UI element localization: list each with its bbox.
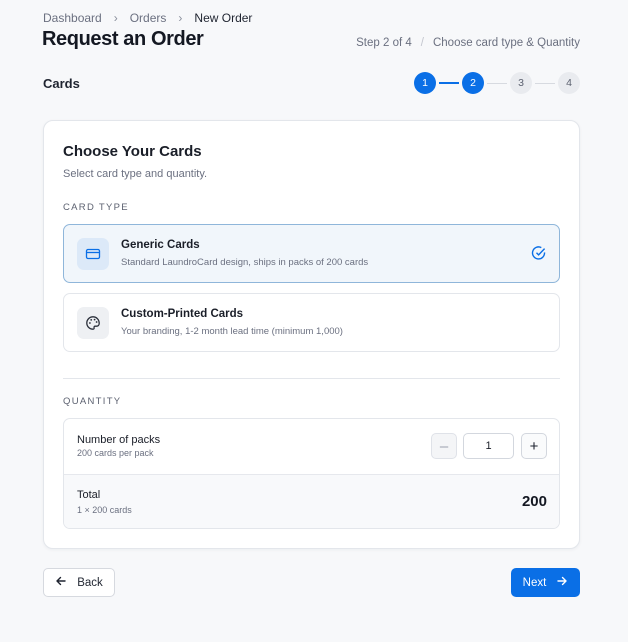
choose-cards-panel: Choose Your Cards Select card type and q… [43, 120, 580, 549]
total-value: 200 [521, 493, 547, 510]
page-title: Request an Order [42, 28, 204, 50]
chevron-right-icon: › [113, 11, 118, 25]
quantity-input[interactable]: 1 [463, 433, 514, 459]
back-button[interactable]: Back [43, 568, 115, 597]
step-count: Step 2 of 4 [356, 37, 412, 49]
chevron-right-icon: › [178, 11, 183, 25]
credit-card-icon [77, 238, 109, 270]
step-connector [439, 82, 459, 84]
progress-stepper: 1 2 3 4 [414, 72, 580, 94]
breadcrumb-orders[interactable]: Orders [130, 11, 167, 25]
step-2[interactable]: 2 [462, 72, 484, 94]
step-connector [487, 82, 507, 84]
option-description: Your branding, 1-2 month lead time (mini… [121, 326, 343, 337]
breadcrumb: Dashboard › Orders › New Order [43, 11, 252, 25]
total-label: Total [77, 489, 101, 501]
panel-subtitle: Select card type and quantity. [63, 168, 208, 180]
breadcrumb-dashboard[interactable]: Dashboard [43, 11, 102, 25]
card-type-label: CARD TYPE [63, 202, 129, 213]
packs-label: Number of packs [77, 434, 161, 446]
quantity-box: Number of packs 200 cards per pack – 1 +… [63, 418, 560, 529]
option-title: Generic Cards [121, 239, 200, 251]
step-4: 4 [558, 72, 580, 94]
arrow-left-icon [55, 575, 67, 590]
option-title: Custom-Printed Cards [121, 308, 244, 320]
back-label: Back [77, 576, 103, 589]
option-description: Standard LaundroCard design, ships in pa… [121, 257, 369, 268]
quantity-label: QUANTITY [63, 396, 122, 407]
decrement-button[interactable]: – [431, 433, 457, 459]
palette-icon [77, 307, 109, 339]
check-circle-icon [531, 245, 547, 266]
breadcrumb-current: New Order [194, 11, 253, 25]
step-1[interactable]: 1 [414, 72, 436, 94]
option-generic-cards[interactable]: Generic Cards Standard LaundroCard desig… [63, 224, 560, 283]
arrow-right-icon [556, 575, 568, 590]
next-label: Next [522, 576, 547, 589]
next-button[interactable]: Next [511, 568, 580, 597]
divider [63, 378, 560, 379]
step-info: Step 2 of 4 / Choose card type & Quantit… [356, 37, 580, 49]
step-connector [535, 82, 555, 84]
packs-sublabel: 200 cards per pack [77, 448, 154, 458]
section-label: Cards [43, 76, 80, 91]
total-sublabel: 1 × 200 cards [77, 505, 132, 515]
step-description: Choose card type & Quantity [432, 37, 580, 49]
separator: / [420, 37, 424, 49]
step-3: 3 [510, 72, 532, 94]
quantity-row: Number of packs 200 cards per pack – 1 + [64, 419, 559, 474]
increment-button[interactable]: + [521, 433, 547, 459]
panel-title: Choose Your Cards [63, 143, 202, 160]
total-row: Total 1 × 200 cards 200 [64, 474, 559, 528]
option-custom-printed-cards[interactable]: Custom-Printed Cards Your branding, 1-2 … [63, 293, 560, 352]
